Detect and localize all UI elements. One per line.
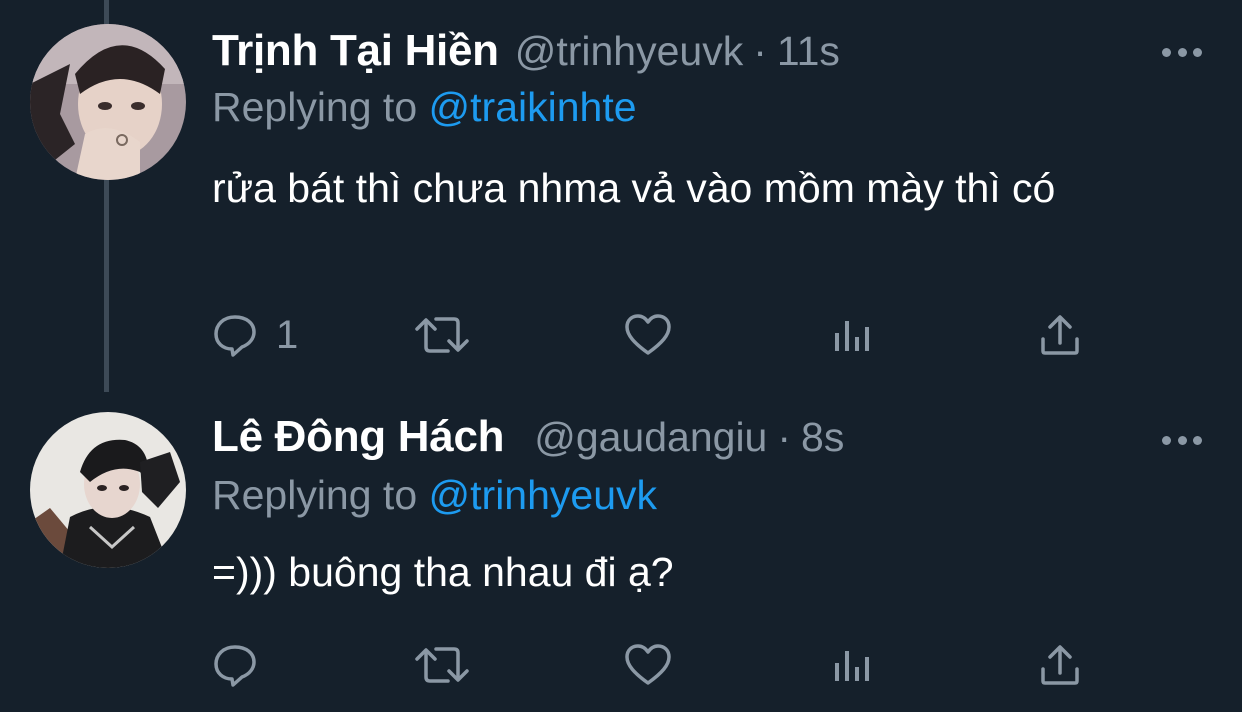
retweet-icon: [415, 647, 469, 683]
reply-icon: [214, 315, 256, 357]
share-button[interactable]: [1038, 640, 1082, 690]
replying-to: Replying to @traikinhte: [212, 84, 637, 131]
replying-to-label: Replying to: [212, 84, 418, 130]
more-icon[interactable]: [1162, 434, 1202, 446]
avatar[interactable]: [30, 412, 186, 568]
tweet-header: Trịnh Tại Hiền @trinhyeuvk · 11s: [212, 26, 840, 86]
share-icon: [1041, 315, 1079, 355]
reply-icon: [214, 645, 256, 687]
tweet-header: Lê Đông Hách @gaudangiu · 8s: [212, 412, 844, 472]
timestamp[interactable]: 8s: [801, 414, 844, 461]
display-name[interactable]: Lê Đông Hách: [212, 412, 505, 462]
tweet-text: =))) buông tha nhau đi ạ?: [212, 549, 674, 595]
replying-to: Replying to @trinhyeuvk: [212, 472, 657, 519]
tweet-text: rửa bát thì chưa nhma vả vào mồm mày thì…: [212, 165, 1056, 211]
reply-count: 1: [276, 312, 299, 357]
heart-icon: [625, 314, 671, 355]
tweet[interactable]: Trịnh Tại Hiền @trinhyeuvk · 11s Replyin…: [0, 0, 1242, 392]
replying-to-mention[interactable]: @trinhyeuvk: [429, 472, 657, 518]
like-button[interactable]: [624, 640, 672, 690]
more-icon[interactable]: [1162, 46, 1202, 58]
user-handle[interactable]: @trinhyeuvk: [515, 28, 743, 75]
retweet-icon: [415, 317, 469, 353]
retweet-button[interactable]: [414, 640, 470, 690]
avatar[interactable]: [30, 24, 186, 180]
heart-icon: [625, 644, 671, 685]
separator-dot: ·: [777, 414, 792, 460]
user-handle[interactable]: @gaudangiu: [534, 414, 767, 461]
display-name[interactable]: Trịnh Tại Hiền: [212, 26, 499, 76]
reply-button[interactable]: [212, 640, 276, 690]
timestamp[interactable]: 11s: [777, 28, 840, 75]
tweet[interactable]: Lê Đông Hách @gaudangiu · 8s Replying to…: [0, 392, 1242, 712]
views-button[interactable]: [832, 640, 872, 690]
tweet-actions: 1: [212, 310, 1092, 360]
share-icon: [1041, 645, 1079, 685]
separator-dot: ·: [753, 28, 767, 74]
reply-button[interactable]: 1: [212, 310, 298, 360]
views-icon: [835, 321, 869, 351]
replying-to-mention[interactable]: @traikinhte: [429, 84, 637, 130]
share-button[interactable]: [1038, 310, 1082, 360]
tweet-actions: [212, 640, 1092, 690]
retweet-button[interactable]: [414, 310, 470, 360]
views-icon: [835, 651, 869, 681]
like-button[interactable]: [624, 310, 672, 360]
views-button[interactable]: [832, 310, 872, 360]
replying-to-label: Replying to: [212, 472, 418, 518]
